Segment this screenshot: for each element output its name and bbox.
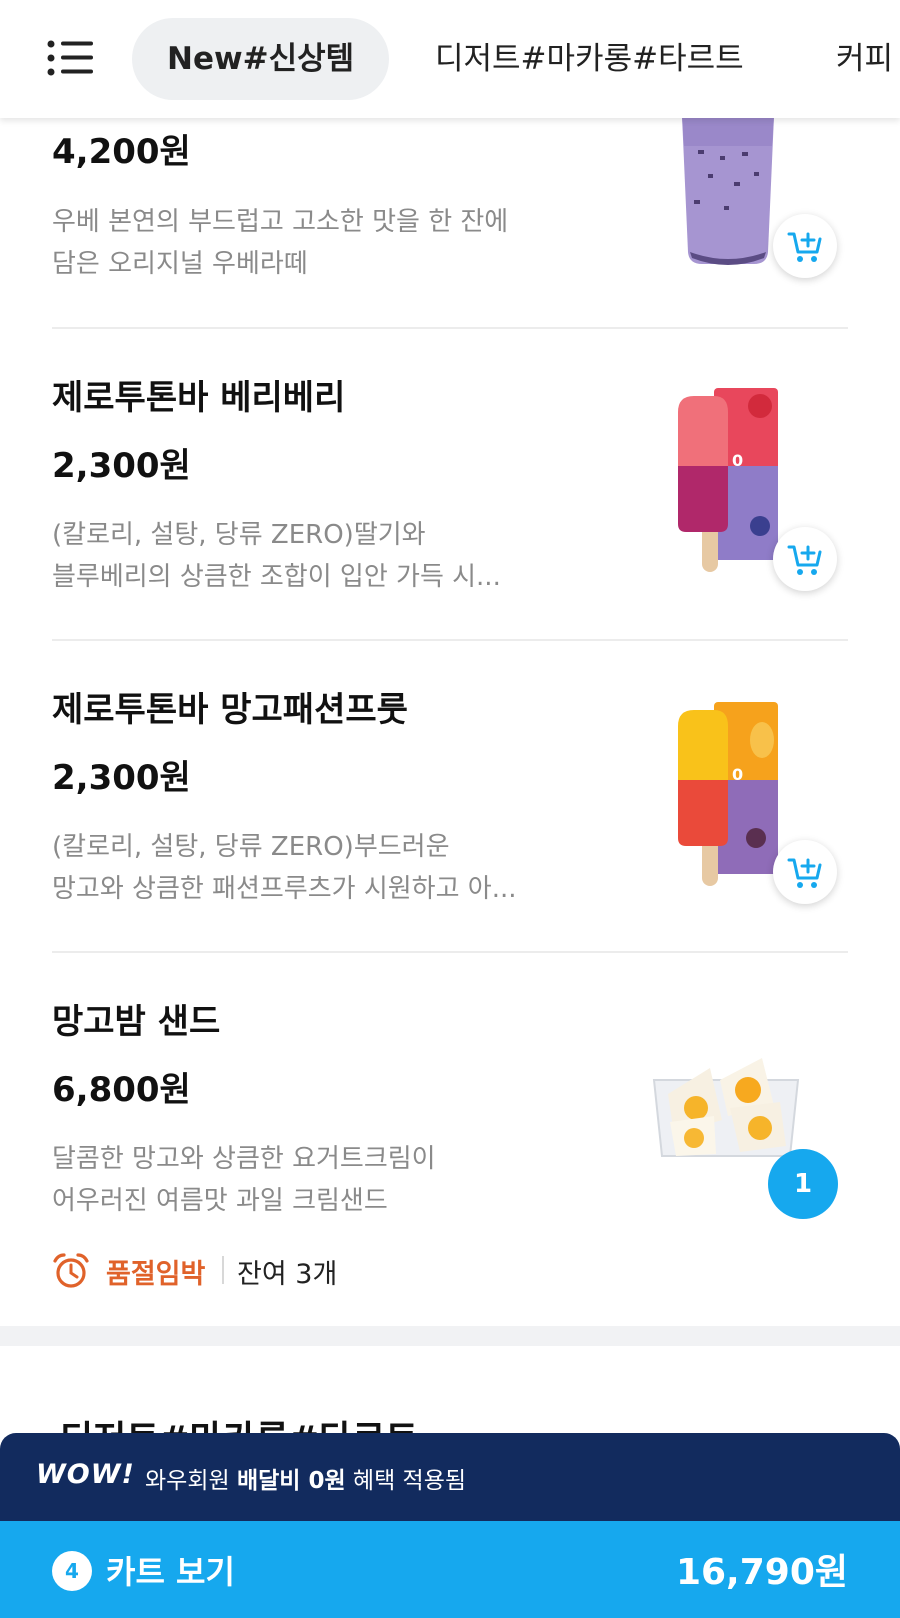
cart-quantity-badge[interactable]: 1 (768, 1149, 838, 1219)
add-to-cart-button[interactable] (773, 840, 837, 904)
ube-latte-image (682, 116, 774, 265)
separator (222, 1256, 224, 1284)
wow-logo: WOW! (36, 1459, 135, 1490)
product-name: 제로투톤바 베리베리 (52, 378, 346, 418)
mango-bar-image: 0 (678, 702, 778, 886)
cart-add-icon (787, 232, 822, 262)
divider (52, 951, 848, 953)
view-cart-label: 카트 보기 (106, 1553, 235, 1591)
cart-total-price: 16,790원 (675, 1552, 848, 1593)
add-to-cart-button[interactable] (773, 214, 837, 278)
wow-benefit-text: 와우회원 배달비 0원 혜택 적용됨 (145, 1468, 467, 1494)
product-description: 달콤한 망고와 상큼한 요거트크림이 어우러진 여름맛 과일 크림샌드 (52, 1144, 436, 1216)
menu-icon[interactable] (47, 38, 93, 78)
product-name: 제로투톤바 망고패션프룻 (52, 690, 408, 730)
svg-text:0: 0 (732, 451, 743, 470)
tab-dessert[interactable]: 디저트#마카롱#타르트 (435, 0, 744, 118)
product-description: (칼로리, 설탕, 당류 ZERO)부드러운 망고와 상큼한 패션프루츠가 시원… (52, 832, 517, 904)
product-name: 망고밤 샌드 (52, 1002, 221, 1042)
section-separator (0, 1326, 900, 1346)
cart-add-icon (787, 545, 822, 575)
view-cart-button[interactable]: 4 카트 보기 16,790원 (0, 1521, 900, 1618)
category-tab-bar: New#신상템 디저트#마카롱#타르트 커피 (0, 0, 900, 118)
alarm-clock-icon (53, 1253, 89, 1288)
tab-new[interactable]: New#신상템 (132, 18, 390, 100)
cart-add-icon (787, 858, 822, 888)
cart-count-badge: 4 (52, 1551, 92, 1591)
product-price: 2,300원 (52, 758, 191, 798)
svg-text:0: 0 (732, 765, 743, 784)
berry-bar-image: 0 (678, 388, 778, 572)
add-to-cart-button[interactable] (773, 527, 837, 591)
product-price: 4,200원 (52, 132, 191, 172)
divider (52, 639, 848, 641)
product-description: 우베 본연의 부드럽고 고소한 맛을 한 잔에 담은 오리지널 우베라떼 (52, 207, 509, 279)
mango-sand-image (652, 1058, 800, 1157)
product-price: 6,800원 (52, 1070, 191, 1110)
wow-membership-bar: WOW! 와우회원 배달비 0원 혜택 적용됨 (0, 1433, 900, 1521)
product-description: (칼로리, 설탕, 당류 ZERO)딸기와 블루베리의 상큼한 조합이 입안 가… (52, 520, 501, 592)
product-price: 2,300원 (52, 446, 191, 486)
stock-remaining: 잔여 3개 (237, 1259, 338, 1290)
divider (52, 327, 848, 329)
stock-status-label: 품절임박 (106, 1259, 206, 1290)
tab-coffee[interactable]: 커피 (836, 0, 893, 118)
